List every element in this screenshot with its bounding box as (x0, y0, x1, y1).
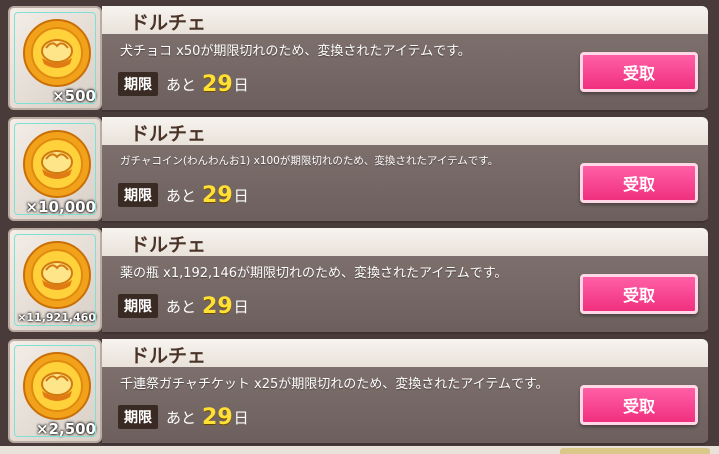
item-message: 千連祭ガチャチケット x25が期限切れのため、変換されたアイテムです。 (120, 377, 549, 392)
deadline: 期限 あと 29 日 (118, 181, 249, 209)
list-item: ×10,000 ドルチェ ガチャコイン(わんわんお1) x100が期限切れのため… (8, 117, 708, 223)
receive-button[interactable]: 受取 (580, 52, 698, 92)
limit-badge: 期限 (118, 294, 158, 318)
remaining-prefix: あと (166, 75, 197, 94)
dolce-coin-icon (23, 352, 91, 420)
days-unit: 日 (233, 408, 249, 427)
item-body: 犬チョコ x50が期限切れのため、変換されたアイテムです。 期限 あと 29 日… (102, 34, 708, 112)
remaining-days: 29 (202, 71, 233, 97)
item-quantity: ×10,000 (25, 198, 96, 216)
remaining-days: 29 (202, 404, 233, 430)
list-item: ×11,921,460 ドルチェ 薬の瓶 x1,192,146が期限切れのため、… (8, 228, 708, 334)
receive-button[interactable]: 受取 (580, 274, 698, 314)
limit-badge: 期限 (118, 405, 158, 429)
dolce-coin-icon (23, 19, 91, 87)
item-icon-tile: ×11,921,460 (8, 228, 102, 332)
item-icon-tile: ×500 (8, 6, 102, 110)
item-message: ガチャコイン(わんわんお1) x100が期限切れのため、変換されたアイテムです。 (120, 155, 499, 167)
list-item: ×2,500 ドルチェ 千連祭ガチャチケット x25が期限切れのため、変換された… (8, 339, 708, 445)
item-message: 犬チョコ x50が期限切れのため、変換されたアイテムです。 (120, 44, 471, 59)
item-message: 薬の瓶 x1,192,146が期限切れのため、変換されたアイテムです。 (120, 266, 508, 281)
item-name: ドルチェ (130, 234, 207, 256)
remaining-prefix: あと (166, 408, 197, 427)
item-name: ドルチェ (130, 123, 207, 145)
item-quantity: ×11,921,460 (17, 311, 96, 324)
item-name: ドルチェ (130, 12, 207, 34)
item-quantity: ×500 (52, 87, 96, 105)
dolce-coin-icon (23, 130, 91, 198)
remaining-days: 29 (202, 293, 233, 319)
item-title-bar: ドルチェ (102, 6, 708, 34)
receive-button[interactable]: 受取 (580, 385, 698, 425)
limit-badge: 期限 (118, 183, 158, 207)
item-body: 薬の瓶 x1,192,146が期限切れのため、変換されたアイテムです。 期限 あ… (102, 256, 708, 334)
item-body: 千連祭ガチャチケット x25が期限切れのため、変換されたアイテムです。 期限 あ… (102, 367, 708, 445)
dolce-coin-icon (23, 241, 91, 309)
item-icon-tile: ×2,500 (8, 339, 102, 443)
limit-badge: 期限 (118, 72, 158, 96)
item-quantity: ×2,500 (35, 420, 96, 438)
item-title-bar: ドルチェ (102, 228, 708, 256)
item-icon-tile: ×10,000 (8, 117, 102, 221)
remaining-prefix: あと (166, 297, 197, 316)
item-name: ドルチェ (130, 345, 207, 367)
days-unit: 日 (233, 75, 249, 94)
item-body: ガチャコイン(わんわんお1) x100が期限切れのため、変換されたアイテムです。… (102, 145, 708, 223)
remaining-days: 29 (202, 182, 233, 208)
days-unit: 日 (233, 297, 249, 316)
deadline: 期限 あと 29 日 (118, 292, 249, 320)
remaining-prefix: あと (166, 186, 197, 205)
days-unit: 日 (233, 186, 249, 205)
item-title-bar: ドルチェ (102, 117, 708, 145)
deadline: 期限 あと 29 日 (118, 403, 249, 431)
list-item: ×500 ドルチェ 犬チョコ x50が期限切れのため、変換されたアイテムです。 … (8, 6, 708, 112)
deadline: 期限 あと 29 日 (118, 70, 249, 98)
footer-button[interactable] (560, 448, 710, 454)
receive-button[interactable]: 受取 (580, 163, 698, 203)
item-title-bar: ドルチェ (102, 339, 708, 367)
